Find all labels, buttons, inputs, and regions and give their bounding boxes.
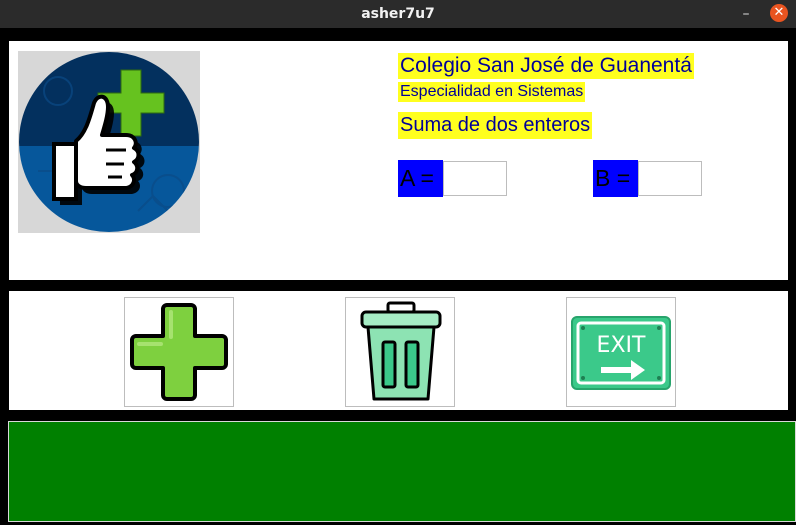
exit-button[interactable]: EXIT xyxy=(566,297,676,407)
b-label: B = xyxy=(593,160,638,197)
specialty-label: Especialidad en Sistemas xyxy=(398,82,586,102)
result-panel xyxy=(8,421,796,522)
a-input[interactable] xyxy=(443,161,507,196)
school-name: Colegio San José de Guanentá xyxy=(398,53,694,79)
add-button[interactable] xyxy=(124,297,234,407)
close-button[interactable]: ✕ xyxy=(770,4,788,22)
minimize-button[interactable]: – xyxy=(738,4,754,24)
subtitle: Suma de dos enteros xyxy=(398,112,593,139)
exit-sign-icon: EXIT xyxy=(571,316,671,390)
trash-icon xyxy=(360,301,442,401)
title-bar: asher7u7 – ✕ xyxy=(0,0,796,28)
exit-text: EXIT xyxy=(597,333,646,358)
a-label: A = xyxy=(398,160,443,197)
b-input[interactable] xyxy=(638,161,702,196)
thumbs-up-logo-icon xyxy=(18,51,200,233)
delete-button[interactable] xyxy=(345,297,455,407)
window-title: asher7u7 xyxy=(361,6,435,22)
plus-icon xyxy=(130,303,228,401)
